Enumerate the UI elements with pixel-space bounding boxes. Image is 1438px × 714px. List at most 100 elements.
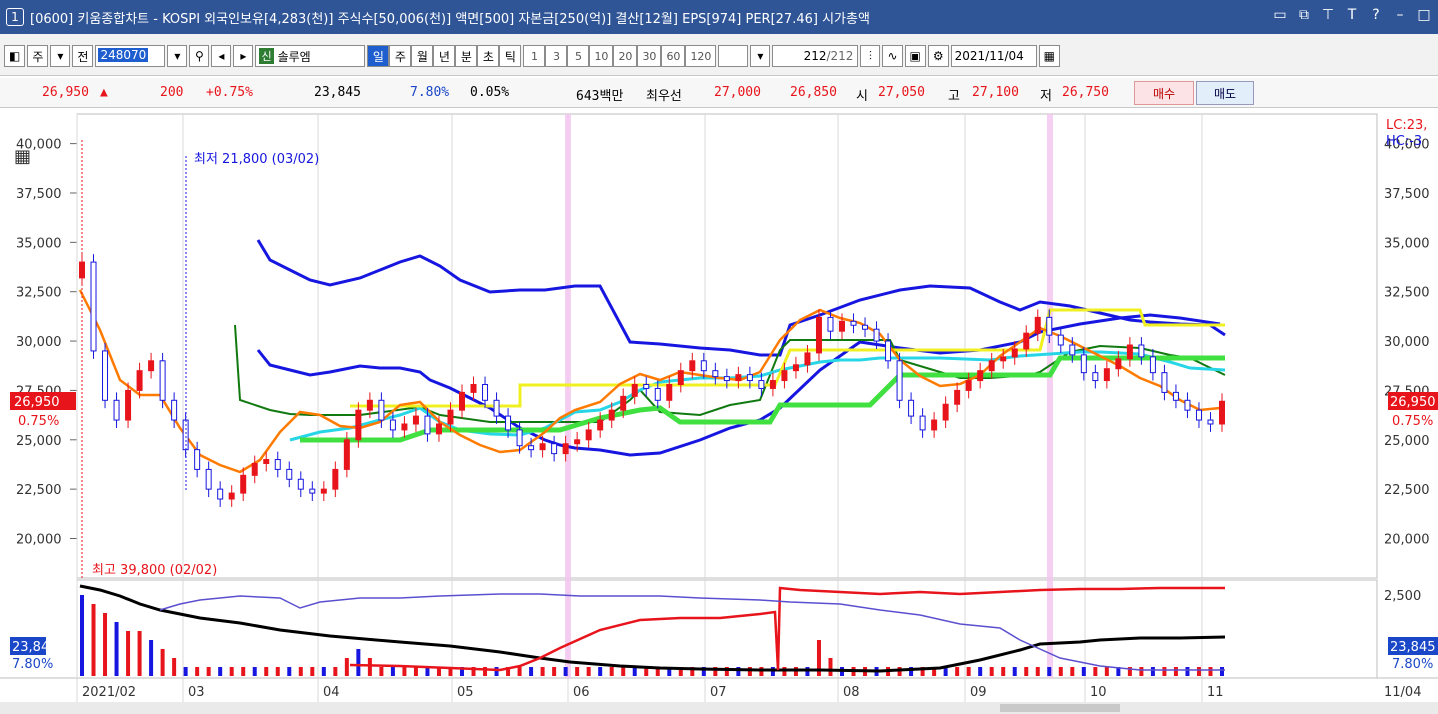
period-tick-button[interactable]: 틱: [499, 45, 522, 67]
candle-body: [1034, 316, 1041, 334]
horizontal-scrollbar[interactable]: [0, 702, 1438, 714]
sell-button[interactable]: 매도: [1196, 81, 1254, 105]
volume-bar: [1150, 667, 1155, 676]
candle-body: [792, 364, 799, 372]
volume-bar: [1001, 667, 1006, 676]
interval-button[interactable]: 60: [661, 45, 686, 67]
calculator-icon[interactable]: ▦: [14, 146, 31, 167]
candle-body: [850, 320, 857, 326]
period-type-select[interactable]: 주: [27, 45, 49, 67]
x-axis-label: 11: [1207, 685, 1224, 700]
interval-button[interactable]: 120: [685, 45, 717, 67]
chart-type-icon[interactable]: ⫶: [860, 45, 881, 67]
indicator-icon[interactable]: ∿: [882, 45, 903, 67]
interval-button[interactable]: 30: [637, 45, 662, 67]
candle-body: [919, 415, 926, 431]
pin-icon[interactable]: ⊤: [1320, 7, 1336, 23]
custom-interval-input[interactable]: [718, 45, 749, 67]
volume-bar: [195, 667, 200, 676]
volume-bar: [379, 667, 384, 676]
layout-icon[interactable]: ◧: [4, 45, 26, 67]
candle-body: [1057, 334, 1064, 346]
volume-bar: [1196, 667, 1201, 676]
window-tile-icon[interactable]: ⧉: [1296, 7, 1312, 23]
candle-body: [366, 399, 373, 411]
candle-body: [286, 468, 293, 480]
search-icon[interactable]: ⚲: [189, 45, 210, 67]
volume-bar: [1173, 667, 1178, 676]
y-tick-label-right: 25,000: [1384, 434, 1430, 449]
y-tick-label-right: 20,000: [1384, 533, 1430, 548]
settings-gear-icon[interactable]: ⚙: [927, 45, 949, 67]
calendar-icon[interactable]: ▦: [1038, 45, 1060, 67]
interval-button[interactable]: 5: [567, 45, 590, 67]
highlight-band: [565, 114, 571, 678]
candle-body: [597, 419, 604, 431]
lc-label: LC:23,: [1386, 118, 1427, 133]
help-icon[interactable]: ?: [1368, 7, 1384, 23]
volume-bar: [1185, 667, 1190, 676]
candle-body: [424, 415, 431, 435]
volume-bar: [183, 667, 188, 676]
data-count-field[interactable]: 212/212: [772, 45, 859, 67]
candle-body: [585, 429, 592, 441]
y-tick-label: 37,500: [16, 187, 62, 202]
maximize-icon[interactable]: □: [1416, 7, 1432, 23]
candle-body: [1149, 356, 1156, 374]
stock-code-input[interactable]: 248070: [95, 45, 166, 67]
candle-body: [102, 350, 109, 401]
compare-button[interactable]: 전: [72, 45, 94, 67]
interval-button[interactable]: 3: [545, 45, 568, 67]
candle-body: [343, 439, 350, 470]
volume-bar: [333, 667, 338, 676]
x-axis-label: 08: [843, 685, 860, 700]
scrollbar-thumb[interactable]: [1000, 704, 1120, 712]
period-year-button[interactable]: 년: [433, 45, 456, 67]
current-rate-tag-right-text: 0.75%: [1392, 414, 1433, 429]
volume-bar: [770, 667, 775, 676]
volume-bar: [1139, 667, 1144, 676]
y-tick-label-right: 22,500: [1384, 483, 1430, 498]
volume-bar: [344, 658, 349, 676]
volume-bar: [575, 667, 580, 676]
candle-body: [332, 468, 339, 490]
next-stock-icon[interactable]: ▸: [233, 45, 254, 67]
candle-body: [320, 488, 327, 494]
volume-bar: [413, 667, 418, 676]
minimize-icon[interactable]: –: [1392, 7, 1408, 23]
period-day-button[interactable]: 일: [367, 45, 390, 67]
prev-stock-icon[interactable]: ◂: [211, 45, 232, 67]
font-icon[interactable]: T: [1344, 7, 1360, 23]
period-week-button[interactable]: 주: [389, 45, 412, 67]
interval-button[interactable]: 10: [589, 45, 614, 67]
window-split-icon[interactable]: ▭: [1272, 7, 1288, 23]
period-minute-button[interactable]: 분: [455, 45, 478, 67]
stock-name-field[interactable]: 신 솔루엠: [255, 45, 366, 67]
ask-price: 27,000: [714, 85, 761, 100]
hc-label: HC:-3: [1386, 134, 1422, 149]
candle-body: [263, 459, 270, 464]
price-chart[interactable]: 40,00037,50035,00032,50030,00027,50025,0…: [0, 110, 1438, 714]
candle-body: [574, 439, 581, 445]
dropdown-icon[interactable]: ▾: [50, 45, 71, 67]
interval-dropdown-icon[interactable]: ▾: [750, 45, 771, 67]
buy-button[interactable]: 매수: [1134, 81, 1194, 105]
volume-bar: [1081, 667, 1086, 676]
lowest-price-annotation: 최저 21,800 (03/02): [194, 152, 319, 167]
period-month-button[interactable]: 월: [411, 45, 434, 67]
code-dropdown-icon[interactable]: ▾: [167, 45, 188, 67]
date-input[interactable]: 2021/11/04: [950, 45, 1037, 67]
candle-body: [148, 360, 155, 372]
candle-body: [735, 374, 742, 382]
volume-ratio: 0.05%: [470, 85, 510, 100]
window-number[interactable]: 1: [6, 8, 24, 26]
interval-button[interactable]: 20: [613, 45, 638, 67]
x-axis-label: 05: [457, 685, 474, 700]
interval-button[interactable]: 1: [523, 45, 546, 67]
lower-rate-tag-right-text: 7.80%: [1392, 657, 1433, 672]
volume-bar: [586, 667, 591, 676]
save-icon[interactable]: ▣: [904, 45, 926, 67]
candle-body: [942, 403, 949, 421]
candle-body: [620, 395, 627, 411]
period-second-button[interactable]: 초: [477, 45, 500, 67]
